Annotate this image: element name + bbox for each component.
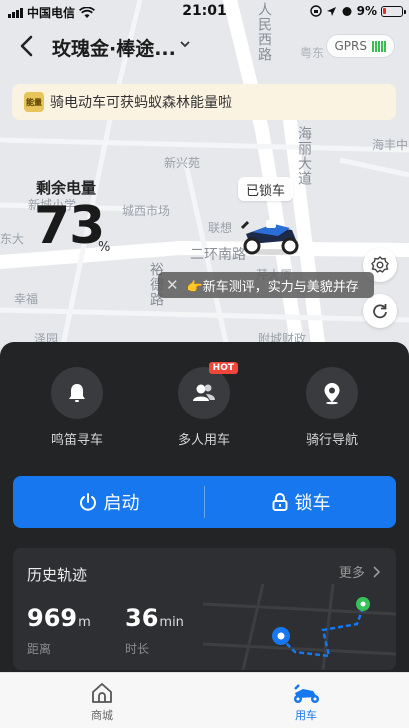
history-title: 历史轨迹 [27, 566, 88, 584]
distance-label: 距离 [27, 642, 52, 656]
duration-label: 时长 [125, 642, 150, 656]
bell-icon [69, 384, 85, 402]
energy-icon: 能量 [24, 92, 44, 112]
location-pin-icon [324, 383, 340, 405]
power-icon [79, 493, 96, 511]
banner-text: 骑电动车可获蚂蚁森林能量啦 [50, 95, 232, 111]
duration-value: 36 [125, 604, 159, 632]
status-bar: 中国电信 21:01 9% [0, 0, 409, 24]
tab-use-vehicle-label: 用车 [295, 709, 317, 722]
chevron-right-icon [373, 566, 381, 578]
scooter-marker-icon[interactable] [238, 204, 302, 256]
multi-user-icon [193, 384, 215, 401]
gprs-signal-indicator: GPRS [325, 34, 395, 58]
lock-status-tag: 已锁车 [238, 177, 294, 201]
battery-label: 剩余电量 [36, 179, 97, 197]
gear-icon [371, 256, 389, 273]
tab-mall[interactable]: 商城 [62, 679, 142, 723]
signal-bars-icon [372, 40, 386, 52]
battery-percent: 9% [356, 4, 377, 18]
control-panel: 鸣笛寻车 HOT 多人用车 骑行导航 启动 锁车 历史轨迹 更多 969m 距离… [0, 342, 409, 682]
map-label: 新兴苑 [164, 156, 201, 170]
horn-find-label: 鸣笛寻车 [50, 433, 103, 448]
duration-value-wrap: 36min [125, 604, 184, 632]
mini-track-map [203, 584, 396, 670]
lock-button[interactable]: 锁车 [205, 476, 396, 528]
map-label: 海丽大道 [296, 126, 312, 186]
distance-unit: m [78, 615, 91, 630]
toast-text: 👉新车测评，实力与美貌并存 [186, 279, 359, 295]
home-icon [92, 683, 112, 703]
battery-value: 73 [34, 196, 105, 256]
scooter-icon [294, 684, 319, 703]
distance-value: 969 [27, 604, 78, 632]
ride-navigation-button[interactable]: 骑行导航 [292, 367, 372, 448]
distance-value-wrap: 969m [27, 604, 91, 632]
chevron-left-icon [20, 35, 33, 57]
back-button[interactable] [14, 32, 38, 60]
location-arrow-icon [326, 6, 336, 16]
map-label: 幸福 [14, 292, 39, 306]
tab-mall-label: 商城 [91, 709, 113, 722]
close-icon[interactable]: ✕ [166, 276, 179, 294]
horn-find-button[interactable]: 鸣笛寻车 [37, 367, 117, 448]
multi-user-button[interactable]: HOT 多人用车 [164, 362, 244, 448]
chevron-down-icon[interactable] [180, 36, 190, 52]
map-label: 城西市场 [122, 204, 171, 218]
lock-label: 锁车 [294, 493, 331, 514]
lock-rotation-icon [309, 5, 322, 17]
refresh-button[interactable] [363, 294, 397, 328]
battery-unit: % [98, 240, 111, 255]
promo-toast[interactable]: ✕ 👉新车测评，实力与美貌并存 [158, 272, 374, 298]
battery-icon [381, 5, 406, 17]
more-label: 更多 [338, 566, 365, 581]
action-bar: 启动 锁车 [13, 476, 396, 528]
more-link[interactable]: 更多 [338, 562, 381, 581]
gprs-label: GPRS [334, 39, 368, 53]
multi-user-label: 多人用车 [177, 433, 230, 448]
header: 玫瑰金·棒途... GPRS [0, 28, 409, 64]
history-track-card[interactable]: 历史轨迹 更多 969m 距离 36min 时长 [13, 548, 396, 670]
tab-bar: 商城 用车 [0, 672, 409, 728]
ride-navigation-label: 骑行导航 [305, 433, 358, 448]
vehicle-title[interactable]: 玫瑰金·棒途... [52, 34, 176, 61]
energy-banner[interactable]: 能量 骑电动车可获蚂蚁森林能量啦 [12, 84, 396, 120]
refresh-icon [373, 304, 387, 319]
tab-use-vehicle[interactable]: 用车 [266, 679, 346, 723]
map-label: 海丰中 [372, 138, 409, 152]
map-label: 联想 [208, 221, 233, 235]
alarm-icon [342, 7, 352, 16]
lock-icon [272, 493, 287, 511]
start-button[interactable]: 启动 [13, 476, 204, 528]
duration-unit: min [159, 615, 184, 630]
map-label: 东大 [0, 232, 25, 246]
hot-badge: HOT [208, 362, 238, 374]
start-label: 启动 [103, 493, 140, 514]
